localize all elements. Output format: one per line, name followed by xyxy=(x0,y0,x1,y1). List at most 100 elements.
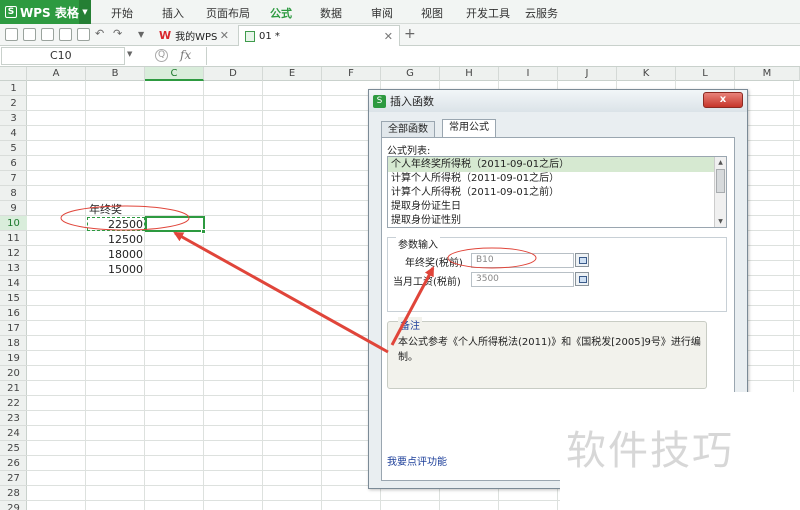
app-menu-button[interactable]: S WPS 表格 ▼ xyxy=(0,0,91,24)
tab-view[interactable]: 视图 xyxy=(421,5,443,21)
column-header-selected[interactable]: C xyxy=(145,67,204,81)
new-file-icon[interactable] xyxy=(5,28,18,41)
column-header[interactable]: G xyxy=(381,67,440,81)
row-header[interactable]: 11 xyxy=(0,231,27,246)
row-header[interactable]: 12 xyxy=(0,246,27,261)
dialog-title: 插入函数 xyxy=(390,95,434,108)
column-header[interactable]: A xyxy=(27,67,86,81)
scroll-thumb[interactable] xyxy=(716,169,725,193)
list-scrollbar[interactable]: ▲ ▼ xyxy=(714,157,726,227)
feedback-link[interactable]: 我要点评功能 xyxy=(387,453,447,468)
scroll-up-icon[interactable]: ▲ xyxy=(715,157,726,168)
row-header[interactable]: 16 xyxy=(0,306,27,321)
row-header[interactable]: 2 xyxy=(0,96,27,111)
row-header[interactable]: 17 xyxy=(0,321,27,336)
parameter-group-label: 参数输入 xyxy=(396,236,440,251)
row-header[interactable]: 3 xyxy=(0,111,27,126)
row-header[interactable]: 24 xyxy=(0,426,27,441)
tab-data[interactable]: 数据 xyxy=(320,5,342,21)
fill-handle[interactable] xyxy=(201,229,206,234)
row-header[interactable]: 28 xyxy=(0,486,27,501)
tab-home[interactable]: 开始 xyxy=(111,5,133,21)
list-item[interactable]: 计算个人所得税（2011-09-01之前） xyxy=(388,185,714,200)
cell-b12[interactable]: 18000 xyxy=(87,247,143,262)
list-item[interactable]: 计算个人所得税（2011-09-01之后） xyxy=(388,171,714,186)
open-icon[interactable] xyxy=(41,28,54,41)
close-icon[interactable]: ✕ xyxy=(384,30,393,43)
column-header[interactable]: L xyxy=(676,67,735,81)
active-cell-c10[interactable] xyxy=(145,216,205,232)
range-select-icon[interactable] xyxy=(575,272,589,286)
close-icon[interactable]: ✕ xyxy=(220,29,229,42)
row-header[interactable]: 7 xyxy=(0,171,27,186)
print-preview-icon[interactable] xyxy=(77,28,90,41)
chevron-down-icon[interactable]: ▼ xyxy=(79,0,91,24)
tab-review[interactable]: 审阅 xyxy=(371,5,393,21)
doc-tab-my-wps[interactable]: W 我的WPS ✕ xyxy=(153,25,235,46)
dialog-title-bar[interactable]: S 插入函数 x xyxy=(369,90,747,112)
insert-function-icon[interactable]: fx xyxy=(180,48,191,62)
list-item-selected[interactable]: 个人年终奖所得税（2011-09-01之后） xyxy=(388,157,714,172)
row-header[interactable]: 22 xyxy=(0,396,27,411)
scroll-down-icon[interactable]: ▼ xyxy=(715,216,726,227)
row-header[interactable]: 26 xyxy=(0,456,27,471)
row-header[interactable]: 23 xyxy=(0,411,27,426)
redo-icon[interactable]: ↷ xyxy=(113,27,122,40)
row-header[interactable]: 13 xyxy=(0,261,27,276)
save-icon[interactable] xyxy=(23,28,36,41)
row-header[interactable]: 8 xyxy=(0,186,27,201)
cell-b13[interactable]: 15000 xyxy=(87,262,143,277)
column-header[interactable]: H xyxy=(440,67,499,81)
row-header[interactable]: 18 xyxy=(0,336,27,351)
row-header[interactable]: 19 xyxy=(0,351,27,366)
tab-all-functions[interactable]: 全部函数 xyxy=(381,121,435,138)
chevron-down-icon[interactable]: ▼ xyxy=(127,50,132,58)
row-header[interactable]: 21 xyxy=(0,381,27,396)
column-header[interactable]: K xyxy=(617,67,676,81)
print-icon[interactable] xyxy=(59,28,72,41)
column-header[interactable]: E xyxy=(263,67,322,81)
column-header[interactable]: J xyxy=(558,67,617,81)
row-header[interactable]: 5 xyxy=(0,141,27,156)
doc-tab-workbook[interactable]: 01 * ✕ xyxy=(238,25,400,46)
note-title: 备注 xyxy=(398,317,422,332)
column-header[interactable]: D xyxy=(204,67,263,81)
param-input-salary[interactable]: 3500 xyxy=(471,272,574,287)
tab-insert[interactable]: 插入 xyxy=(162,5,184,21)
column-header[interactable]: B xyxy=(86,67,145,81)
tab-common-formulas[interactable]: 常用公式 xyxy=(442,119,496,138)
tab-developer[interactable]: 开发工具 xyxy=(466,5,510,21)
formula-input[interactable] xyxy=(206,47,800,65)
row-header[interactable]: 20 xyxy=(0,366,27,381)
toolbar-more-icon[interactable]: ▼ xyxy=(138,30,144,39)
name-box[interactable]: C10 xyxy=(1,47,125,65)
select-all-corner[interactable] xyxy=(0,67,27,81)
param-input-bonus[interactable]: B10 xyxy=(471,253,574,268)
row-header[interactable]: 27 xyxy=(0,471,27,486)
tab-formula[interactable]: 公式 xyxy=(270,5,292,21)
column-header[interactable]: M xyxy=(735,67,800,81)
row-header[interactable]: 1 xyxy=(0,81,27,96)
row-header[interactable]: 15 xyxy=(0,291,27,306)
list-item[interactable]: 提取身份证生日 xyxy=(388,199,714,214)
row-header[interactable]: 9 xyxy=(0,201,27,216)
column-header[interactable]: I xyxy=(499,67,558,81)
search-icon[interactable]: Q xyxy=(155,49,168,62)
add-tab-icon[interactable]: + xyxy=(404,26,416,42)
undo-icon[interactable]: ↶ xyxy=(95,27,104,40)
row-header[interactable]: 25 xyxy=(0,441,27,456)
row-header[interactable]: 29 xyxy=(0,501,27,510)
close-button[interactable]: x xyxy=(703,92,743,108)
tab-page-layout[interactable]: 页面布局 xyxy=(206,5,250,21)
formula-list[interactable]: 个人年终奖所得税（2011-09-01之后） 计算个人所得税（2011-09-0… xyxy=(387,156,727,228)
row-header-selected[interactable]: 10 xyxy=(0,216,27,231)
row-header[interactable]: 6 xyxy=(0,156,27,171)
cell-b11[interactable]: 12500 xyxy=(87,232,143,247)
tab-cloud[interactable]: 云服务 xyxy=(525,5,558,21)
cell-b9[interactable]: 年终奖 xyxy=(89,202,122,217)
row-header[interactable]: 14 xyxy=(0,276,27,291)
row-header[interactable]: 4 xyxy=(0,126,27,141)
column-header[interactable]: F xyxy=(322,67,381,81)
list-item[interactable]: 提取身份证性别 xyxy=(388,213,714,227)
range-select-icon[interactable] xyxy=(575,253,589,267)
